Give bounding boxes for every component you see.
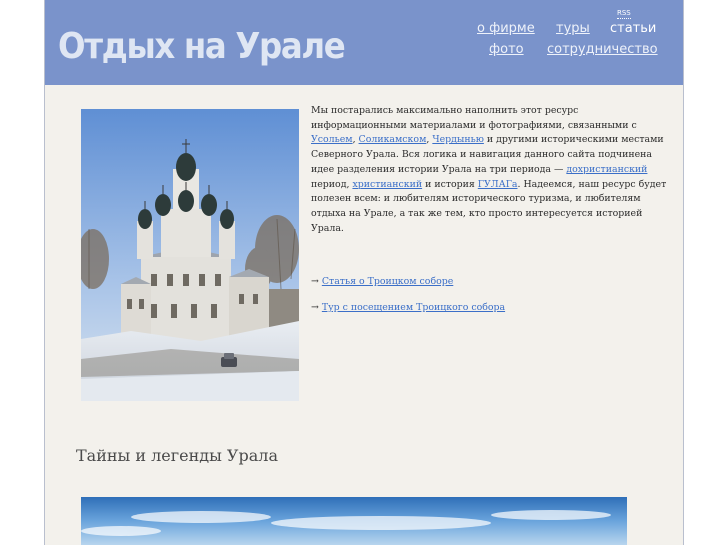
link-gulag[interactable]: ГУЛАГа xyxy=(478,179,518,190)
panorama-photo[interactable] xyxy=(81,497,627,545)
nav-link-articles: статьи xyxy=(610,21,657,36)
panorama-graphic xyxy=(81,497,627,545)
link-solikamsk[interactable]: Соликамском xyxy=(359,134,427,145)
rss-link[interactable]: RSS xyxy=(617,9,631,19)
arrow-icon: → xyxy=(311,302,319,313)
church-photo[interactable] xyxy=(81,109,299,401)
intro-text: и история xyxy=(422,178,478,190)
link-christian-period[interactable]: христианский xyxy=(352,179,422,190)
nav-link-about[interactable]: о фирме xyxy=(477,21,535,36)
article-link-row: → Статья о Троицком соборе xyxy=(311,276,453,287)
site-logo-title[interactable]: Отдых на Урале xyxy=(58,26,346,67)
intro-paragraph: Мы постарались максимально наполнить это… xyxy=(311,104,667,236)
nav-link-cooperation[interactable]: сотрудничество xyxy=(547,42,658,57)
link-usolye[interactable]: Усольем xyxy=(311,134,353,145)
intro-text: период, xyxy=(311,178,353,190)
church-photo-graphic xyxy=(81,109,299,401)
link-trinity-cathedral-tour[interactable]: Тур с посещением Троицкого собора xyxy=(322,302,505,313)
nav-link-tours[interactable]: туры xyxy=(556,21,590,36)
intro-text: Мы постарались максимально наполнить это… xyxy=(311,105,637,131)
link-trinity-cathedral-article[interactable]: Статья о Троицком соборе xyxy=(322,276,453,287)
page-container: Отдых на Урале RSS о фирме туры статьи ф… xyxy=(44,0,684,545)
arrow-icon: → xyxy=(311,276,319,287)
nav-link-photo[interactable]: фото xyxy=(489,42,524,57)
link-prechristian-period[interactable]: дохристианский xyxy=(566,164,647,175)
section-heading: Тайны и легенды Урала xyxy=(76,446,278,465)
tour-link-row: → Тур с посещением Троицкого собора xyxy=(311,302,505,313)
link-cherdyn[interactable]: Чердынью xyxy=(432,134,484,145)
site-header: Отдых на Урале RSS о фирме туры статьи ф… xyxy=(45,0,683,85)
